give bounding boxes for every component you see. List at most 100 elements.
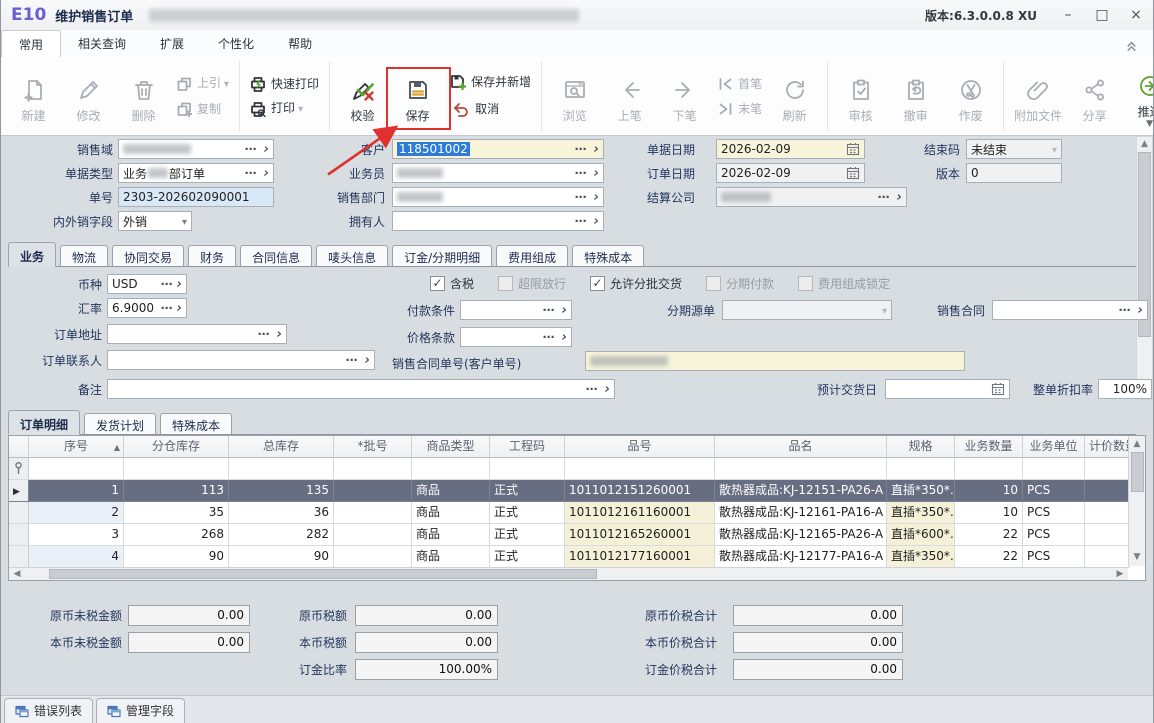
- scroll-down-icon[interactable]: ▼: [1129, 551, 1145, 564]
- order-discount-field[interactable]: 100%: [1098, 379, 1152, 399]
- cell-计价数量[interactable]: [1085, 546, 1130, 568]
- scroll-up-icon[interactable]: ▲: [1137, 138, 1152, 151]
- cell-业务数量[interactable]: 10: [955, 502, 1023, 524]
- checkbox-超限放行[interactable]: 超限放行: [498, 275, 566, 292]
- filter-cell[interactable]: [490, 458, 565, 480]
- row-indicator[interactable]: [9, 546, 29, 568]
- table-row[interactable]: 2 35 36 商品 正式 1011012161160001 散热器成品:KJ-12161-…: [9, 502, 1145, 524]
- cell-品名[interactable]: 散热器成品:KJ-12165-PA26-A: [715, 524, 887, 546]
- checkbox-含税[interactable]: ✓ 含税: [430, 275, 474, 292]
- cell-*批号[interactable]: [334, 480, 412, 502]
- cell-*批号[interactable]: [334, 502, 412, 524]
- ribbon-tab-常用[interactable]: 常用: [1, 30, 62, 58]
- cell-规格[interactable]: 直插*350*…: [887, 546, 955, 568]
- cell-业务数量[interactable]: 22: [955, 524, 1023, 546]
- tab-费用组成[interactable]: 费用组成: [496, 245, 569, 266]
- bottom-tab-管理字段[interactable]: 管理字段: [96, 698, 186, 723]
- print-button[interactable]: 打印: [250, 101, 319, 117]
- grid-filter-row[interactable]: [9, 458, 1145, 480]
- cell-序号[interactable]: 1: [29, 480, 124, 502]
- calendar-icon[interactable]: [846, 166, 860, 180]
- qprint-button[interactable]: 快速打印: [250, 76, 319, 92]
- scrollbar-thumb[interactable]: [49, 569, 597, 579]
- ribbon-tab-扩展[interactable]: 扩展: [143, 30, 201, 57]
- checkbox-允许分批交货[interactable]: ✓ 允许分批交货: [590, 275, 682, 292]
- order-detail-grid[interactable]: 序号分仓库存总库存*批号商品类型工程码品号品名规格业务数量业务单位计价数量 111…: [8, 435, 1146, 581]
- filter-pin-icon[interactable]: [9, 458, 29, 480]
- sales-contract-field[interactable]: [992, 300, 1148, 320]
- cell-分仓库存[interactable]: 268: [124, 524, 229, 546]
- table-row[interactable]: 4 90 90 商品 正式 1011012177160001 散热器成品:KJ-12177-…: [9, 546, 1145, 568]
- cell-规格[interactable]: 直插*350*…: [887, 502, 955, 524]
- contract-no-field[interactable]: [585, 351, 965, 371]
- calendar-icon[interactable]: [846, 142, 860, 156]
- cell-分仓库存[interactable]: 113: [124, 480, 229, 502]
- scroll-up-icon[interactable]: ▲: [1129, 438, 1145, 451]
- cell-商品类型[interactable]: 商品: [412, 524, 490, 546]
- cell-业务单位[interactable]: PCS: [1023, 524, 1085, 546]
- cell-品号[interactable]: 1011012177160001: [565, 546, 715, 568]
- scroll-right-icon[interactable]: ▶: [1114, 568, 1126, 580]
- minimize-button[interactable]: –: [1051, 7, 1085, 23]
- order-contact-field[interactable]: [107, 350, 375, 370]
- cell-品名[interactable]: 散热器成品:KJ-12161-PA16-A: [715, 502, 887, 524]
- collapse-ribbon-icon[interactable]: [1124, 38, 1139, 53]
- cell-总库存[interactable]: 36: [229, 502, 334, 524]
- filter-cell[interactable]: [229, 458, 334, 480]
- sales-domain-field[interactable]: [118, 139, 274, 159]
- expected-delivery-field[interactable]: [885, 379, 1010, 399]
- tab-特殊成本[interactable]: 特殊成本: [572, 245, 645, 266]
- grid-vscrollbar[interactable]: ▲ ▼: [1128, 436, 1145, 566]
- checkbox-box-icon[interactable]: [498, 276, 514, 291]
- scroll-left-icon[interactable]: ◀: [11, 568, 23, 580]
- cell-业务数量[interactable]: 22: [955, 546, 1023, 568]
- maximize-button[interactable]: □: [1085, 7, 1119, 23]
- tab-唛头信息[interactable]: 唛头信息: [316, 245, 389, 266]
- cell-业务单位[interactable]: PCS: [1023, 502, 1085, 524]
- col-header-品号[interactable]: 品号: [565, 436, 715, 458]
- tab-财务[interactable]: 财务: [188, 245, 237, 266]
- filter-cell[interactable]: [29, 458, 124, 480]
- filter-cell[interactable]: [565, 458, 715, 480]
- cell-总库存[interactable]: 90: [229, 546, 334, 568]
- cell-工程码[interactable]: 正式: [490, 546, 565, 568]
- cell-品号[interactable]: 1011012161160001: [565, 502, 715, 524]
- col-header-*批号[interactable]: *批号: [334, 436, 412, 458]
- row-indicator[interactable]: [9, 524, 29, 546]
- doc-date-field[interactable]: 2026-02-09: [716, 139, 865, 159]
- cell-规格[interactable]: 直插*600*…: [887, 524, 955, 546]
- cell-品号[interactable]: 1011012151260001: [565, 480, 715, 502]
- payment-terms-field[interactable]: [460, 300, 572, 320]
- salesperson-field[interactable]: [392, 163, 604, 183]
- tab-业务[interactable]: 业务: [8, 242, 57, 267]
- ribbon-tab-个性化[interactable]: 个性化: [201, 30, 271, 57]
- tab-订金/分期明细[interactable]: 订金/分期明细: [392, 245, 493, 266]
- cell-计价数量[interactable]: [1085, 524, 1130, 546]
- filter-cell[interactable]: [334, 458, 412, 480]
- cell-品名[interactable]: 散热器成品:KJ-12177-PA16-A: [715, 546, 887, 568]
- col-header-规格[interactable]: 规格: [887, 436, 955, 458]
- filter-cell[interactable]: [124, 458, 229, 480]
- validate-button[interactable]: 校验: [335, 70, 390, 123]
- currency-field[interactable]: USD: [107, 274, 187, 294]
- cell-工程码[interactable]: 正式: [490, 524, 565, 546]
- cell-品号[interactable]: 1011012165260001: [565, 524, 715, 546]
- row-indicator[interactable]: [9, 480, 29, 502]
- cell-业务单位[interactable]: PCS: [1023, 546, 1085, 568]
- checkbox-box-icon[interactable]: ✓: [430, 276, 445, 291]
- grid-hscrollbar[interactable]: ◀ ▶: [9, 567, 1128, 580]
- filter-cell[interactable]: [412, 458, 490, 480]
- form-scrollbar[interactable]: ▲ ▼: [1136, 136, 1153, 400]
- end-code-select[interactable]: 未结束: [966, 139, 1062, 159]
- savenew-button[interactable]: 保存并新增: [450, 74, 531, 90]
- customer-field[interactable]: 118501002: [392, 139, 604, 159]
- ribbon-tab-相关查询[interactable]: 相关查询: [61, 30, 143, 57]
- col-header-总库存[interactable]: 总库存: [229, 436, 334, 458]
- checkbox-分期付款[interactable]: 分期付款: [706, 275, 774, 292]
- checkbox-box-icon[interactable]: ✓: [590, 276, 606, 291]
- tab-协同交易[interactable]: 协同交易: [112, 245, 185, 266]
- cell-商品类型[interactable]: 商品: [412, 502, 490, 524]
- order-address-field[interactable]: [107, 324, 287, 344]
- price-terms-field[interactable]: [460, 327, 572, 347]
- filter-cell[interactable]: [955, 458, 1023, 480]
